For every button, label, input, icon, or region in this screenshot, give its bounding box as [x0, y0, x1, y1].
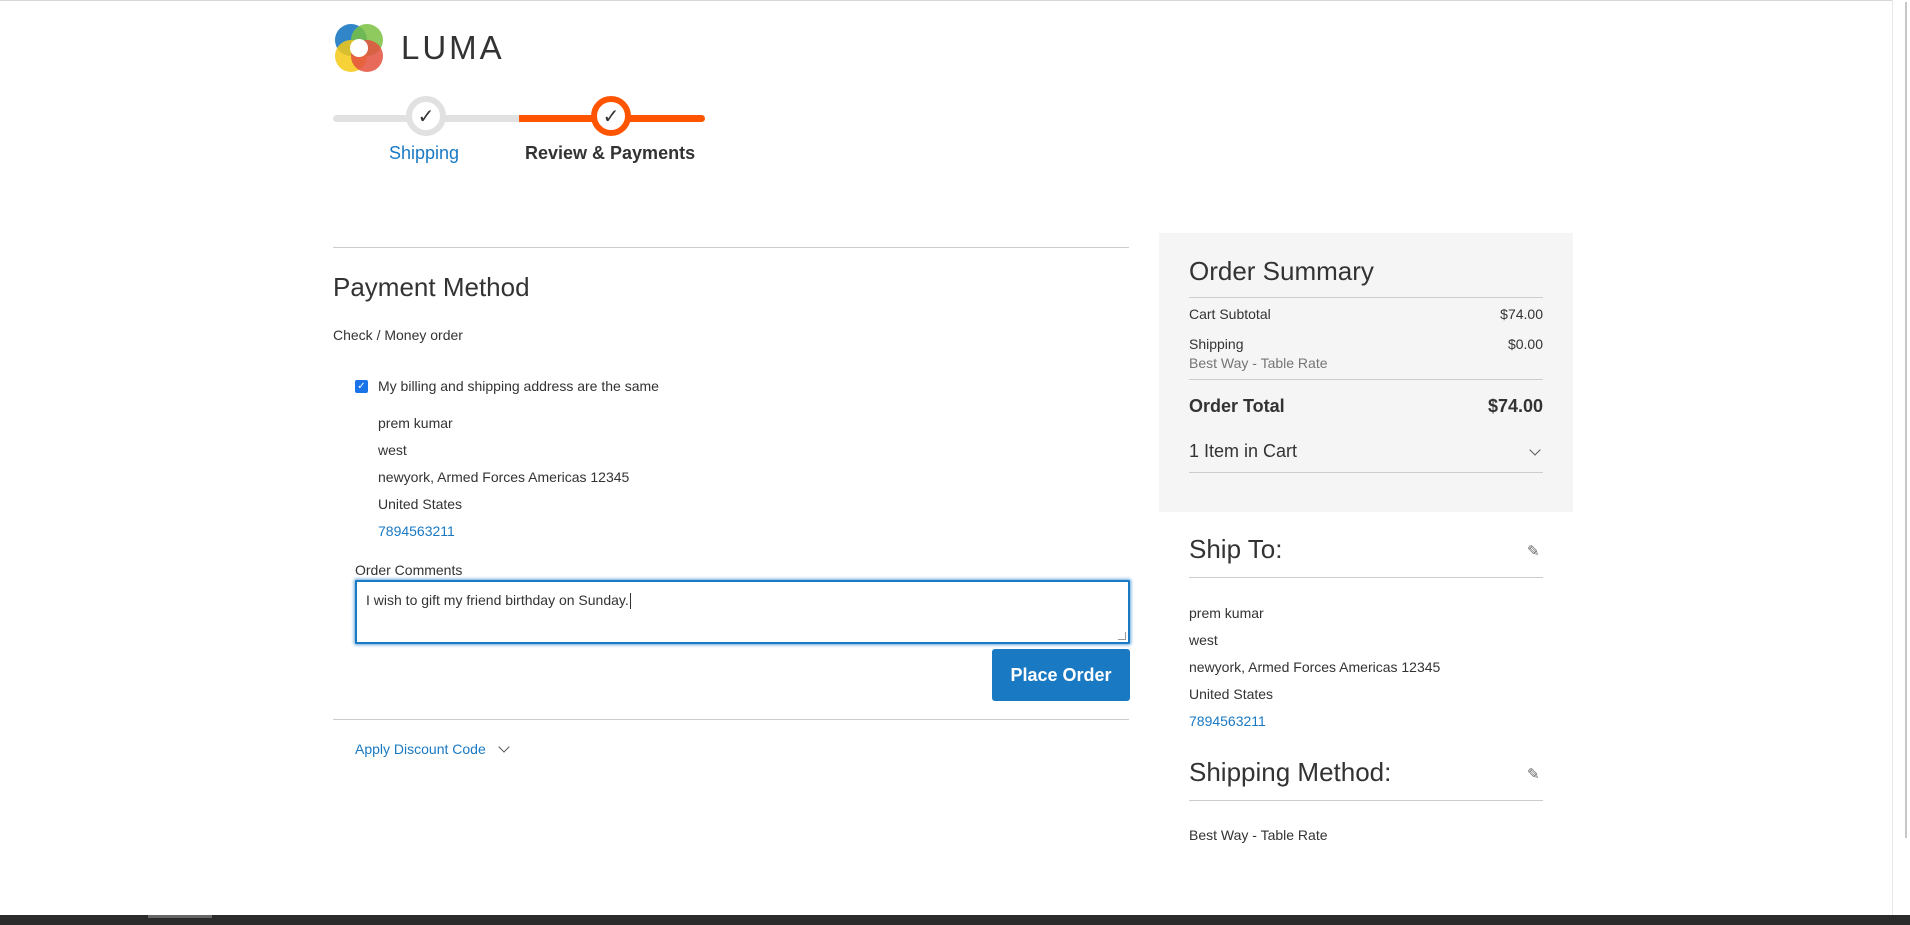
order-comments-label: Order Comments — [355, 562, 463, 578]
resize-handle[interactable] — [1118, 632, 1126, 640]
order-summary-title: Order Summary — [1189, 256, 1543, 298]
payment-section: Payment Method Check / Money order ✓ My … — [333, 247, 1130, 757]
order-total-value: $74.00 — [1487, 396, 1543, 416]
items-in-cart-label[interactable]: 1 Item in Cart — [1189, 441, 1297, 462]
payment-method-title: Payment Method — [333, 272, 530, 302]
shipping-method-header: Shipping Method: ✎ — [1189, 757, 1543, 801]
billing-city: newyork, Armed Forces Americas 12345 — [378, 469, 630, 485]
discount-divider — [333, 719, 1129, 720]
subtotal-value: $74.00 — [1500, 306, 1543, 322]
pencil-icon[interactable]: ✎ — [1527, 765, 1543, 783]
page-scrollbar[interactable] — [1892, 0, 1910, 915]
ship-to-city: newyork, Armed Forces Americas 12345 — [1189, 659, 1441, 675]
pencil-icon[interactable]: ✎ — [1527, 542, 1543, 560]
step-review-check-icon: ✓ — [591, 96, 631, 136]
shipping-value: $0.00 — [1507, 336, 1543, 352]
luma-logo-icon — [335, 24, 383, 72]
text-caret — [629, 593, 631, 610]
order-comments-textarea[interactable]: I wish to gift my friend birthday on Sun… — [355, 580, 1130, 644]
items-in-cart-toggle[interactable]: 1 Item in Cart — [1189, 441, 1543, 473]
payment-method-name[interactable]: Check / Money order — [333, 327, 1129, 343]
subtotal-row: Cart Subtotal $74.00 — [1189, 306, 1543, 322]
shipping-method-value: Best Way - Table Rate — [1189, 827, 1328, 843]
same-address-label[interactable]: My billing and shipping address are the … — [378, 378, 659, 394]
ship-to-name: prem kumar — [1189, 605, 1264, 621]
section-divider — [333, 247, 1129, 248]
ship-to-phone-link[interactable]: 7894563211 — [1189, 708, 1543, 735]
billing-country: United States — [378, 496, 463, 512]
order-comments-value: I wish to gift my friend birthday on Sun… — [366, 592, 629, 608]
billing-street: west — [378, 442, 407, 458]
chevron-down-icon[interactable] — [1529, 443, 1541, 456]
shipping-row: Shipping $0.00 — [1189, 336, 1543, 352]
step-shipping-link[interactable]: Shipping — [389, 143, 459, 164]
ship-to-street: west — [1189, 632, 1218, 648]
luma-logo[interactable]: LUMA — [333, 22, 505, 74]
top-border — [0, 0, 1910, 1]
order-total-row: Order Total $74.00 — [1189, 396, 1543, 417]
taskbar-item[interactable] — [148, 915, 212, 918]
order-total-label: Order Total — [1189, 396, 1285, 416]
subtotal-label: Cart Subtotal — [1189, 306, 1271, 322]
ship-to-header: Ship To: ✎ — [1189, 534, 1543, 578]
ship-to-country: United States — [1189, 686, 1274, 702]
place-order-button[interactable]: Place Order — [992, 649, 1130, 701]
ship-to-section: Ship To: ✎ prem kumar west newyork, Arme… — [1189, 534, 1543, 735]
same-address-checkbox[interactable]: ✓ — [355, 379, 368, 393]
shipping-method-title: Shipping Method: — [1189, 757, 1392, 787]
taskbar — [0, 915, 1910, 925]
ship-to-title: Ship To: — [1189, 534, 1283, 564]
step-review-label: Review & Payments — [525, 143, 696, 163]
billing-address: prem kumar west newyork, Armed Forces Am… — [378, 410, 629, 545]
step-shipping-check-icon: ✓ — [406, 96, 446, 136]
brand-name: LUMA — [401, 29, 505, 66]
ship-to-address: prem kumar west newyork, Armed Forces Am… — [1189, 600, 1543, 735]
shipping-method-section: Shipping Method: ✎ Best Way - Table Rate — [1189, 757, 1543, 843]
order-summary: Order Summary Cart Subtotal $74.00 Shipp… — [1159, 233, 1573, 512]
summary-shipping-method: Best Way - Table Rate — [1189, 355, 1543, 380]
billing-phone-link[interactable]: 7894563211 — [378, 518, 629, 545]
apply-discount-label[interactable]: Apply Discount Code — [355, 741, 486, 757]
shipping-label: Shipping — [1189, 336, 1244, 352]
same-address-option[interactable]: ✓ My billing and shipping address are th… — [355, 378, 659, 394]
billing-name: prem kumar — [378, 415, 453, 431]
scrollbar-thumb[interactable] — [1897, 2, 1907, 838]
apply-discount-toggle[interactable]: Apply Discount Code — [355, 741, 510, 757]
chevron-down-icon[interactable] — [498, 741, 510, 753]
